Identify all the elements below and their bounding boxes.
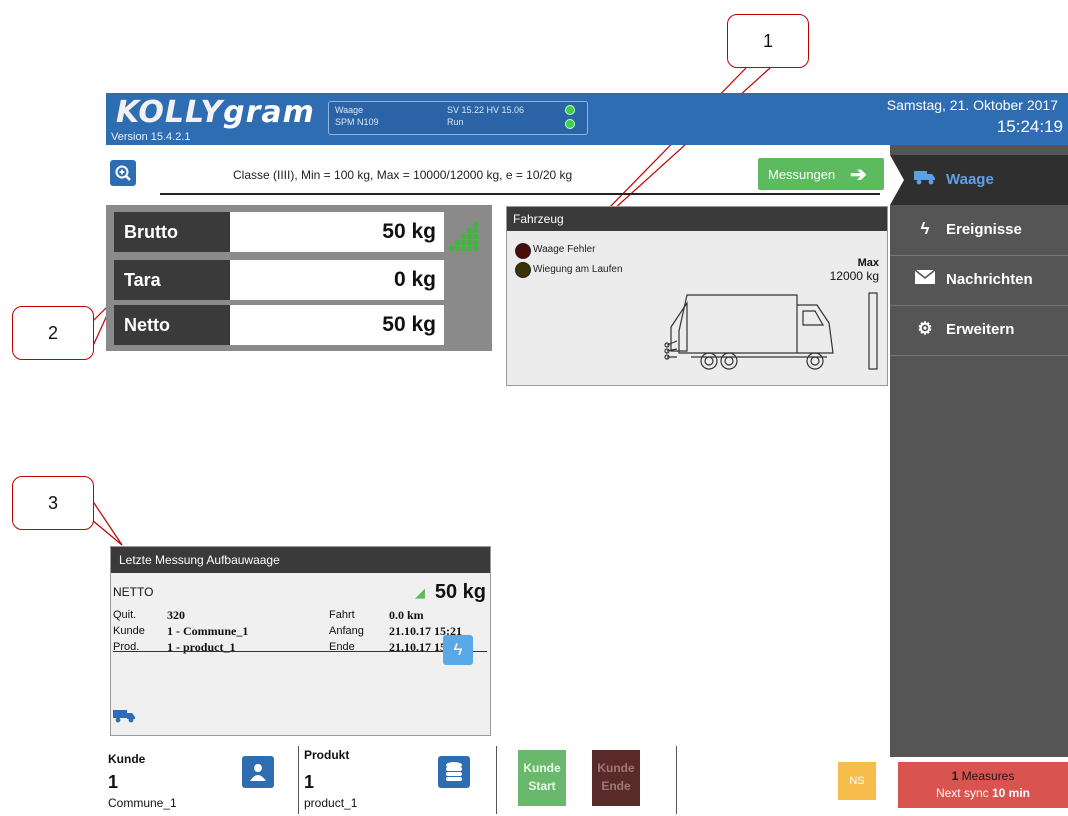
kunde-start-line2: Start (528, 779, 556, 793)
nav-erweitern[interactable]: ⚙ Erweitern (890, 305, 1068, 356)
status-version-label: SV 15.22 HV 15.06 (447, 105, 525, 115)
status-ok-icon (565, 105, 575, 115)
weighing-running-led-icon (515, 262, 531, 278)
scale-error-label: Waage Fehler (533, 244, 596, 255)
last-measurement-panel: Letzte Messung Aufbauwaage NETTO ◢ 50 kg… (110, 546, 491, 736)
last-netto-label: NETTO (113, 585, 154, 599)
divider (496, 746, 497, 814)
stability-signal-small-icon: ◢ (415, 585, 425, 600)
divider (160, 193, 880, 195)
kunde-ende-line1: Kunde (597, 761, 635, 775)
status-scale-label: Waage (335, 105, 364, 115)
truck-icon (914, 169, 936, 191)
divider (113, 651, 487, 652)
date-text: Samstag, 21. Oktober 2017 (886, 97, 1058, 113)
tara-label: Tara (114, 260, 230, 300)
kunde-start-button[interactable]: Kunde Start (518, 750, 566, 806)
kunde-label: Kunde (108, 752, 146, 766)
messungen-label: Messungen (768, 167, 836, 182)
vehicle-panel: Fahrzeug Waage Fehler Wiegung am Laufen … (506, 206, 888, 386)
kollygram-logo: KOLLYgram (116, 95, 315, 130)
divider (298, 746, 299, 814)
netto-row: Netto 50 kg (114, 305, 444, 345)
nav-ereignisse[interactable]: ϟ Ereignisse (890, 205, 1068, 256)
events-flash-button[interactable]: ϟ (443, 635, 473, 665)
arrow-right-icon: ➔ (850, 164, 867, 186)
nav-waage-label: Waage (946, 171, 994, 188)
bottom-bar: Kunde 1 Commune_1 Produkt 1 product_1 Ku… (106, 742, 890, 816)
zoom-in-icon (115, 165, 131, 181)
prod-value: 1 - product_1 (167, 640, 236, 654)
weighing-running-label: Wiegung am Laufen (533, 264, 623, 275)
kunde-ende-line2: Ende (601, 779, 631, 793)
vehicle-title: Fahrzeug (507, 207, 887, 231)
nav-ereignisse-label: Ereignisse (946, 221, 1022, 238)
database-icon (446, 762, 462, 781)
time-text: 15:24:19 (996, 117, 1063, 136)
stability-signal-icon (449, 222, 478, 251)
envelope-icon (914, 269, 936, 291)
select-customer-button[interactable] (242, 756, 274, 788)
callout-3: 3 (12, 476, 94, 530)
callout-2: 2 (12, 306, 94, 360)
brutto-value: 50 kg (382, 220, 436, 243)
status-spm-label: SPM N109 (335, 117, 379, 127)
app-header: KOLLYgram Version 15.4.2.1 Waage SPM N10… (106, 93, 1068, 145)
quit-label: Quit. (113, 609, 137, 621)
brutto-label: Brutto (114, 212, 230, 252)
nav-waage[interactable]: Waage (890, 155, 1068, 205)
nav-nachrichten-label: Nachrichten (946, 271, 1033, 288)
kunde-label: Kunde (113, 625, 145, 637)
produkt-name: product_1 (304, 796, 358, 810)
kunde-name: Commune_1 (108, 796, 177, 810)
ns-button[interactable]: NS (838, 762, 876, 800)
last-measurement-title: Letzte Messung Aufbauwaage (111, 547, 490, 573)
scale-status-box: Waage SPM N109 SV 15.22 HV 15.06 Run (328, 101, 588, 135)
status-run-label: Run (447, 117, 464, 127)
brutto-row: Brutto 50 kg (114, 212, 444, 252)
messungen-button[interactable]: Messungen ➔ (758, 158, 884, 190)
quit-value: 320 (167, 608, 185, 622)
kunde-ende-button[interactable]: Kunde Ende (592, 750, 640, 806)
callout-1: 1 (727, 14, 809, 68)
fahrt-value: 0.0 km (389, 608, 424, 622)
flash-icon: ϟ (920, 219, 930, 238)
max-label: Max (857, 257, 879, 269)
sync-measures-text: 1 Measures (951, 769, 1015, 783)
kunde-value: 1 - Commune_1 (167, 624, 249, 638)
last-netto-value: 50 kg (434, 581, 486, 603)
divider (676, 746, 677, 814)
netto-label: Netto (114, 305, 230, 345)
select-product-button[interactable] (438, 756, 470, 788)
truck-icon (113, 710, 135, 723)
sidebar: Waage ϟ Ereignisse Nachrichten ⚙ Erweite… (890, 145, 1068, 757)
anfang-label: Anfang (329, 625, 364, 637)
nav-erweitern-label: Erweitern (946, 321, 1015, 338)
active-nav-pointer (890, 155, 904, 205)
sync-status-button[interactable]: 1 Measures Next sync 10 min (898, 762, 1068, 808)
sync-next-text: Next sync 10 min (935, 786, 1031, 800)
garbage-truck-icon (664, 292, 878, 370)
user-icon (250, 764, 266, 781)
zoom-button[interactable] (110, 160, 136, 186)
tara-row: Tara 0 kg (114, 260, 444, 300)
gears-icon: ⚙ (917, 319, 933, 338)
fahrt-label: Fahrt (329, 609, 355, 621)
produkt-number: 1 (304, 772, 315, 792)
status-run-icon (565, 119, 575, 129)
nav-nachrichten[interactable]: Nachrichten (890, 255, 1068, 306)
produkt-label: Produkt (304, 748, 350, 762)
version-text: Version 15.4.2.1 (111, 131, 191, 143)
kunde-number: 1 (108, 772, 119, 792)
flash-icon: ϟ (453, 640, 463, 659)
kunde-start-line1: Kunde (523, 761, 561, 775)
weights-panel: Brutto 50 kg Tara 0 kg Netto 50 kg (106, 205, 492, 351)
tara-value: 0 kg (393, 268, 436, 291)
max-value: 12000 kg (829, 269, 879, 283)
netto-value: 50 kg (382, 313, 436, 336)
scale-class-text: Classe (IIII), Min = 100 kg, Max = 10000… (233, 168, 573, 182)
scale-error-led-icon (515, 243, 531, 259)
